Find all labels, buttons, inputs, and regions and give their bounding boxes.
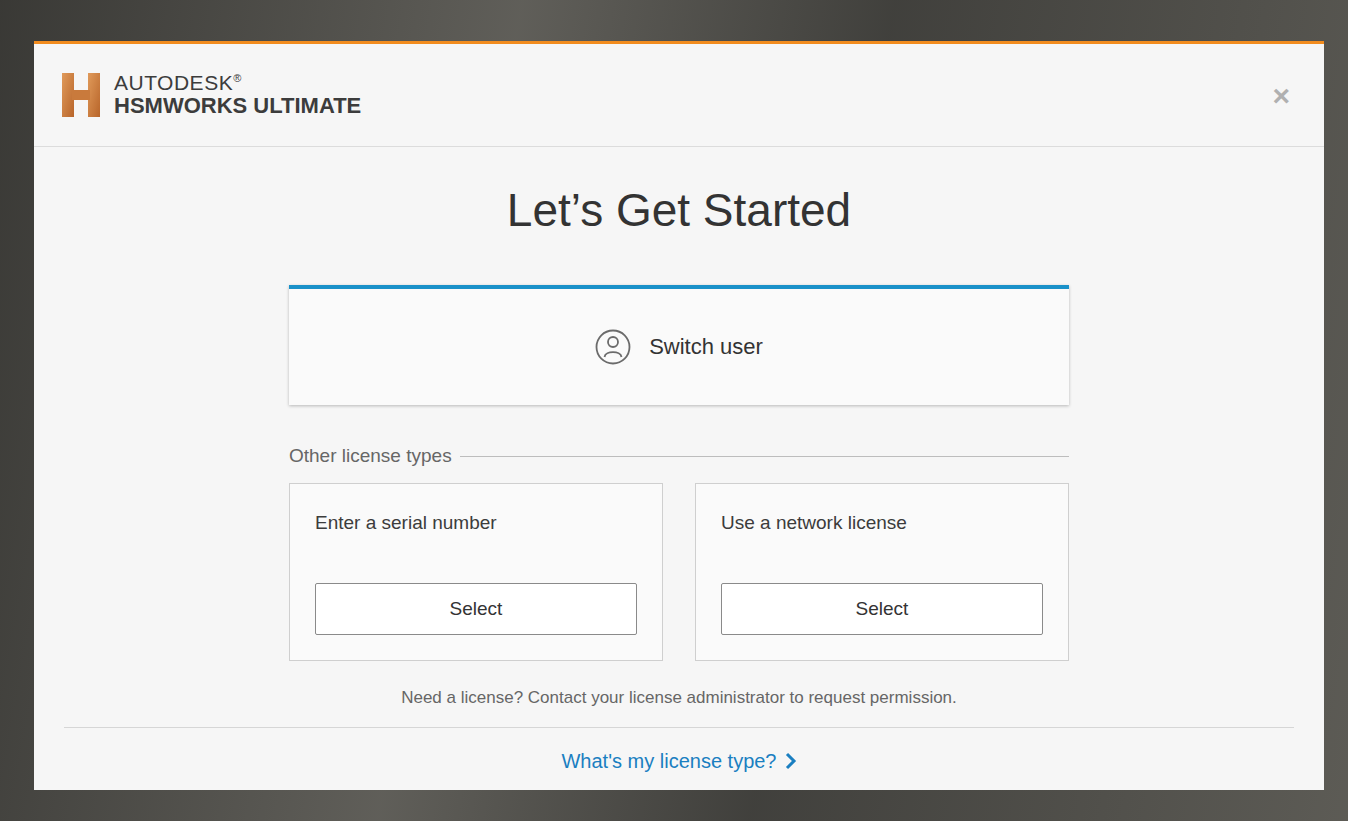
close-button[interactable]: × [1266, 79, 1296, 113]
switch-user-card[interactable]: Switch user [289, 285, 1069, 405]
user-icon [595, 329, 631, 365]
license-dialog: AUTODESK®HSMWORKS ULTIMATE × Let’s Get Sta… [34, 41, 1324, 790]
product-brand: AUTODESK®HSMWORKS ULTIMATE [62, 71, 361, 118]
license-option-title: Use a network license [721, 512, 1043, 534]
product-name: HSMWORKS ULTIMATE [114, 94, 361, 118]
license-option-title: Enter a serial number [315, 512, 637, 534]
dialog-header: AUTODESK®HSMWORKS ULTIMATE × [34, 44, 1324, 147]
select-button[interactable]: Select [721, 583, 1043, 635]
license-option-card: Use a network license Select [695, 483, 1069, 661]
license-option-card: Enter a serial number Select [289, 483, 663, 661]
chevron-right-icon [785, 752, 797, 770]
license-type-link[interactable]: What's my license type? [561, 749, 796, 773]
other-license-section: Other license types Enter a serial number… [289, 444, 1069, 661]
select-button[interactable]: Select [315, 583, 637, 635]
license-note: Need a license? Contact your license adm… [401, 687, 957, 709]
section-divider [460, 456, 1069, 457]
desktop-background: AUTODESK®HSMWORKS ULTIMATE × Let’s Get Sta… [0, 0, 1348, 821]
section-label: Other license types [289, 445, 452, 467]
dialog-body: Let’s Get Started Switch user Other licens… [34, 147, 1324, 790]
hsmworks-logo-icon [62, 73, 100, 117]
footer-divider [64, 727, 1294, 728]
switch-user-label: Switch user [649, 334, 763, 360]
dialog-title: Let’s Get Started [507, 182, 851, 238]
vendor-name: AUTODESK® [114, 71, 361, 94]
